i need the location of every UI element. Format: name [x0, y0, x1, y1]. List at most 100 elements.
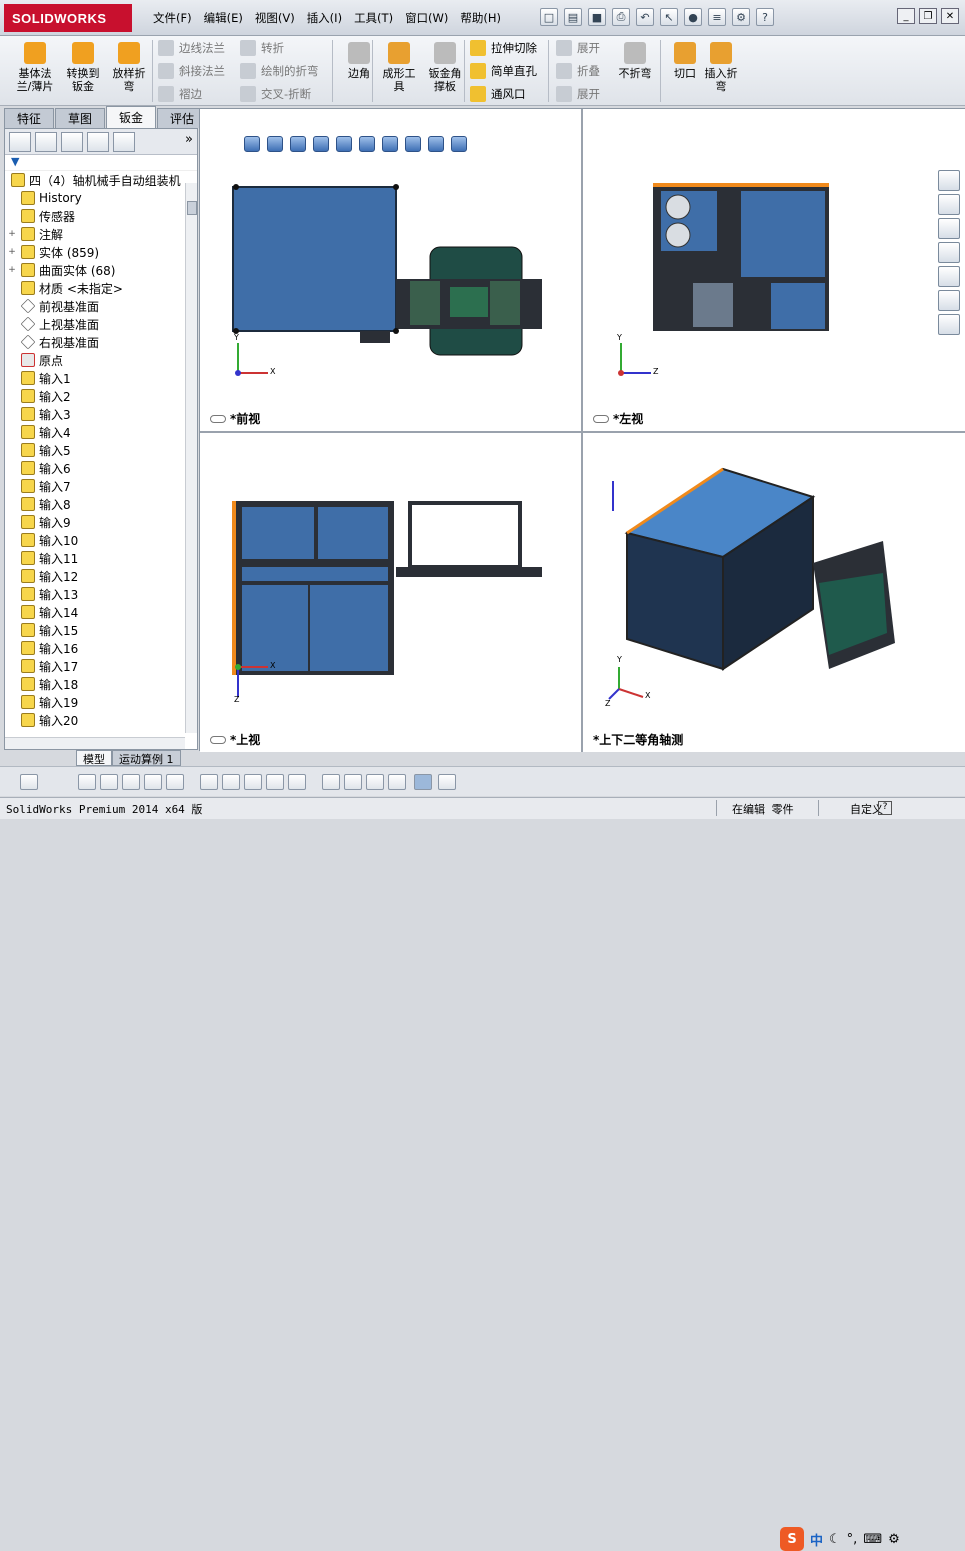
menu-item[interactable]: 编辑(E)	[199, 8, 248, 28]
menu-item[interactable]: 窗口(W)	[400, 8, 453, 28]
solidworks-resources-icon[interactable]	[938, 170, 960, 191]
ribbon-small-button[interactable]: 转折	[240, 40, 284, 56]
input-method-bar[interactable]: S 中 ☾ °, ⌨ ⚙	[780, 1527, 900, 1551]
edit-appearance-icon[interactable]	[405, 136, 421, 152]
tree-item[interactable]: 输入11	[7, 549, 197, 567]
menu-item[interactable]: 插入(I)	[302, 8, 347, 28]
tree-item[interactable]: 前视基准面	[7, 297, 197, 315]
zoom-to-fit-icon[interactable]	[244, 136, 260, 152]
parallel-icon[interactable]	[244, 774, 262, 790]
print-icon[interactable]: ⎙	[612, 8, 630, 26]
ribbon-small-button[interactable]: 绘制的折弯	[240, 63, 319, 79]
display-style-icon[interactable]	[359, 136, 375, 152]
ribbon-small-button[interactable]: 展开	[556, 40, 600, 56]
options-icon[interactable]: ⚙	[732, 8, 750, 26]
ribbon-button[interactable]: 放样折 弯	[104, 42, 154, 93]
file-explorer-icon[interactable]	[938, 242, 960, 263]
ribbon-small-button[interactable]: 展开	[556, 86, 600, 102]
moon-icon[interactable]: ☾	[829, 1532, 841, 1547]
tree-item[interactable]: 输入19	[7, 693, 197, 711]
ribbon-button[interactable]: 钣金角 撑板	[420, 42, 470, 93]
ribbon-button[interactable]: 转换到 钣金	[58, 42, 108, 93]
display-manager-tab-icon[interactable]	[113, 132, 135, 152]
rebuild-traffic-light-icon[interactable]: ●	[684, 8, 702, 26]
tree-horizontal-scrollbar[interactable]	[5, 737, 185, 749]
file-properties-icon[interactable]: ≡	[708, 8, 726, 26]
bottom-tab-0[interactable]: 模型	[76, 750, 112, 766]
dashed-line-icon[interactable]	[288, 774, 306, 790]
ribbon-button[interactable]: 成形工 具	[374, 42, 424, 93]
ribbon-button[interactable]: 插入折 弯	[696, 42, 746, 93]
tree-item[interactable]: 输入14	[7, 603, 197, 621]
expand-panel-icon[interactable]: »	[185, 132, 193, 151]
select-pointer-icon[interactable]: ↖	[660, 8, 678, 26]
open-folder-icon[interactable]: ▤	[564, 8, 582, 26]
tree-item[interactable]: 输入18	[7, 675, 197, 693]
circle-icon[interactable]	[122, 774, 140, 790]
tree-item[interactable]: 输入16	[7, 639, 197, 657]
tree-item[interactable]: 输入5	[7, 441, 197, 459]
solidworks-logo[interactable]: SOLIDWORKS	[4, 4, 132, 32]
tree-item[interactable]: 材质 <未指定>	[7, 279, 197, 297]
zoom-to-area-icon[interactable]	[267, 136, 283, 152]
corner-icon[interactable]	[266, 774, 284, 790]
line-icon[interactable]	[100, 774, 118, 790]
tree-item[interactable]: 输入1	[7, 369, 197, 387]
design-library-icon[interactable]	[938, 218, 960, 239]
angle-icon[interactable]	[166, 774, 184, 790]
ribbon-small-button[interactable]: 边线法兰	[158, 40, 225, 56]
new-document-icon[interactable]: □	[540, 8, 558, 26]
apply-scene-icon[interactable]	[428, 136, 444, 152]
appearances-icon[interactable]	[938, 290, 960, 311]
restore-icon[interactable]: ❐	[919, 8, 937, 24]
tree-item[interactable]: 输入3	[7, 405, 197, 423]
minimize-icon[interactable]: _	[897, 8, 915, 24]
undo-icon[interactable]: ↶	[636, 8, 654, 26]
ribbon-small-button[interactable]: 斜接法兰	[158, 63, 225, 79]
viewport-isometric[interactable]: Y X Z *上下二等角轴测	[583, 433, 965, 752]
tree-item[interactable]: 输入6	[7, 459, 197, 477]
check-icon[interactable]	[222, 774, 240, 790]
dimension-icon[interactable]	[322, 774, 340, 790]
save-icon[interactable]: ■	[588, 8, 606, 26]
ribbon-small-button[interactable]: 通风口	[470, 86, 526, 102]
settings-icon[interactable]: ⚙	[888, 1532, 900, 1547]
viewport-top[interactable]: X Z *上视	[200, 433, 581, 752]
help-icon[interactable]: ?	[878, 801, 892, 815]
section-view-icon[interactable]	[313, 136, 329, 152]
expand-icon[interactable]: +	[7, 229, 17, 239]
menu-item[interactable]: 文件(F)	[148, 8, 197, 28]
ribbon-small-button[interactable]: 褶边	[158, 86, 202, 102]
tree-item[interactable]: 上视基准面	[7, 315, 197, 333]
tree-item[interactable]: + 实体 (859)	[7, 243, 197, 261]
tree-root-assembly[interactable]: 四（4）轴机械手自动组装机	[7, 171, 197, 189]
filter-icon[interactable]: ▼	[5, 155, 197, 171]
tree-item[interactable]: 输入20	[7, 711, 197, 729]
ribbon-button[interactable]: 不折弯	[610, 42, 660, 80]
feature-manager-tab-icon[interactable]	[9, 132, 31, 152]
tree-item[interactable]: 输入8	[7, 495, 197, 513]
tree-item[interactable]: 输入9	[7, 513, 197, 531]
tree-vertical-scrollbar[interactable]	[185, 183, 197, 733]
expand-icon[interactable]: +	[7, 247, 17, 257]
tree-item[interactable]: 输入2	[7, 387, 197, 405]
tree-item[interactable]: 输入7	[7, 477, 197, 495]
expand-icon[interactable]: +	[7, 265, 17, 275]
help-icon[interactable]: ?	[756, 8, 774, 26]
tree-item[interactable]: 输入15	[7, 621, 197, 639]
tree-item[interactable]: 输入10	[7, 531, 197, 549]
camera-icon[interactable]	[438, 774, 456, 790]
bend-icon[interactable]	[200, 774, 218, 790]
save-icon[interactable]	[20, 774, 38, 790]
configuration-manager-tab-icon[interactable]	[61, 132, 83, 152]
tree-item[interactable]: History	[7, 189, 197, 207]
wireframe-icon[interactable]	[388, 774, 406, 790]
ribbon-small-button[interactable]: 简单直孔	[470, 63, 537, 79]
close-icon[interactable]: ✕	[941, 8, 959, 24]
custom-properties-icon[interactable]	[938, 314, 960, 335]
ribbon-small-button[interactable]: 拉伸切除	[470, 40, 537, 56]
shaded-cube-icon[interactable]	[414, 774, 432, 790]
bottom-tab-1[interactable]: 运动算例 1	[112, 750, 181, 766]
tree-item[interactable]: + 曲面实体 (68)	[7, 261, 197, 279]
graphics-area[interactable]: Y X *前视 Y Z *左视 X Z *上视 Y X Z *上下二等角轴测	[199, 108, 965, 752]
